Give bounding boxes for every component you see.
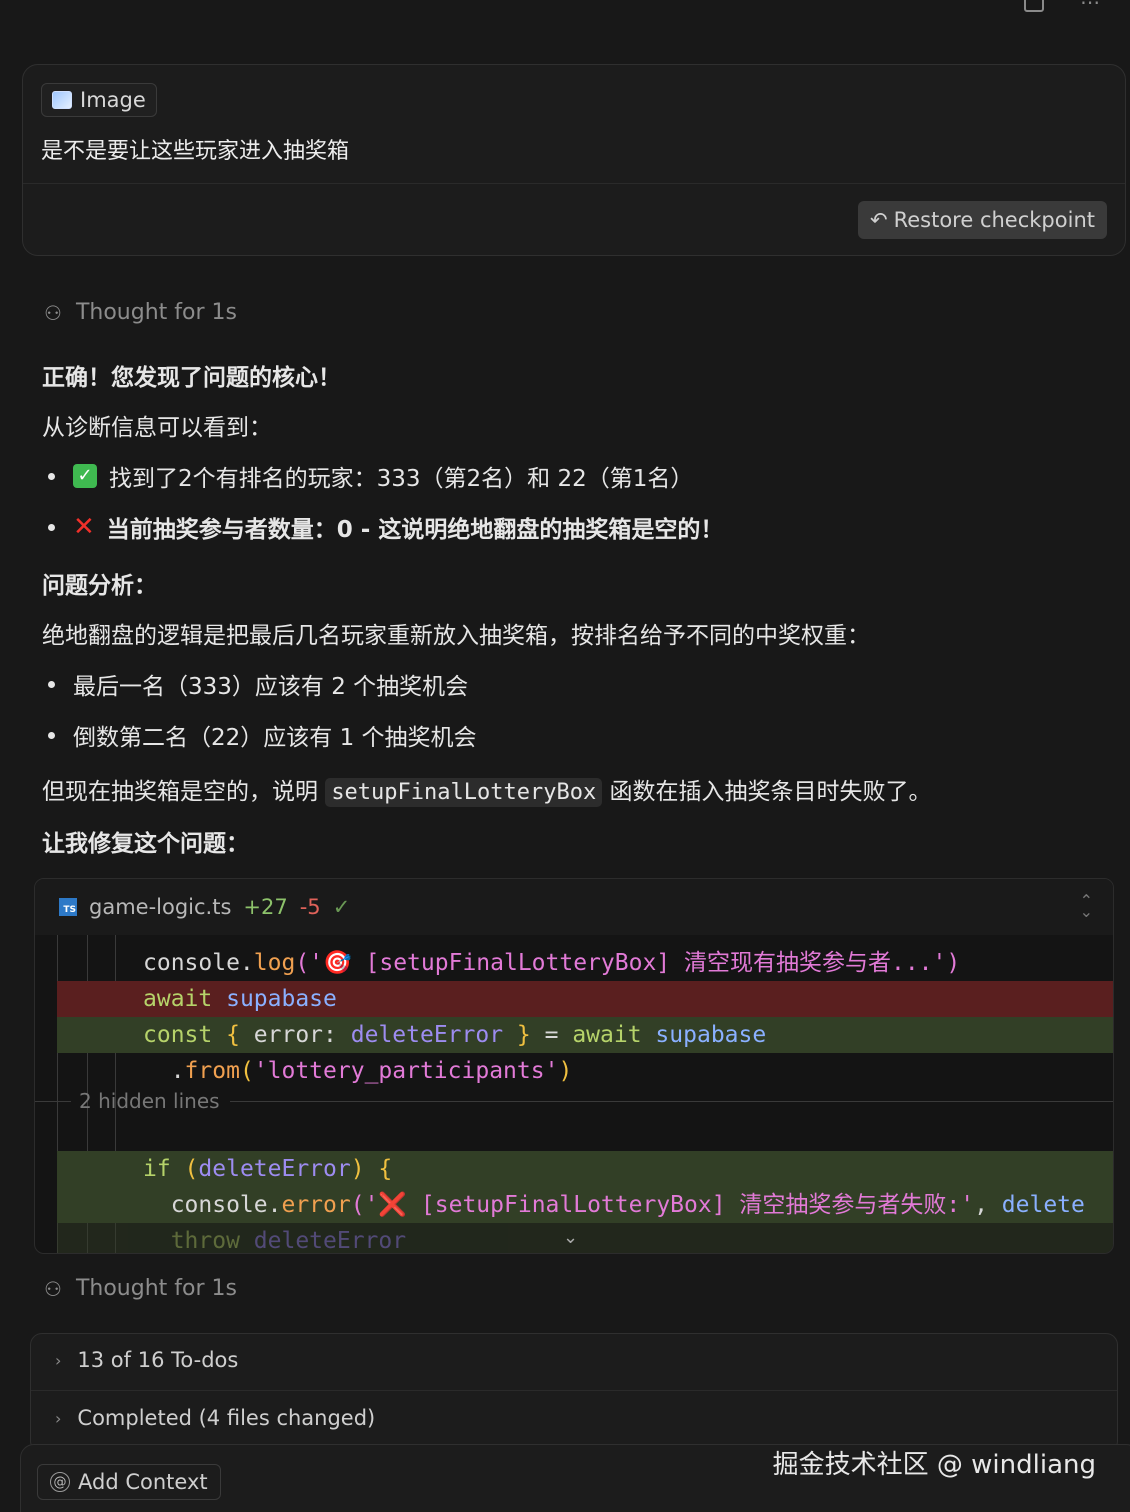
image-attachment-chip[interactable]: Image <box>41 83 157 117</box>
list-item-text: 找到了2个有排名的玩家：333（第2名）和 22（第1名） <box>109 466 694 492</box>
list-item-text: 倒数第二名（22）应该有 1 个抽奖机会 <box>73 725 477 751</box>
hidden-lines-toggle[interactable]: 2 hidden lines <box>35 1087 1113 1115</box>
thought-label: Thought for 1s <box>75 300 237 325</box>
fix-text: 让我修复这个问题： <box>42 831 249 857</box>
list-item-text: 当前抽奖参与者数量：0 - 这说明绝地翻盘的抽奖箱是空的！ <box>106 517 724 543</box>
response-heading: 正确！您发现了问题的核心！ <box>42 365 341 391</box>
completed-label: Completed (4 files changed) <box>77 1406 376 1430</box>
inline-code: setupFinalLotteryBox <box>325 778 603 807</box>
additions-count: +27 <box>243 895 288 919</box>
deletions-count: -5 <box>299 895 321 919</box>
check-mark-icon: ✓ <box>73 464 97 488</box>
analysis-title: 问题分析： <box>42 573 157 599</box>
code-line-added: console.error('❌ [setupFinalLotteryBox] … <box>57 1187 1113 1223</box>
check-icon: ✓ <box>332 895 351 919</box>
top-toolbar: ⋯ <box>1024 0 1100 14</box>
list-item-text: 最后一名（333）应该有 2 个抽奖机会 <box>73 674 469 700</box>
watermark: 掘金技术社区 @ windliang <box>772 1450 1096 1480</box>
todos-label: 13 of 16 To-dos <box>77 1348 239 1372</box>
conclusion-pre: 但现在抽奖箱是空的，说明 <box>42 779 318 805</box>
divider <box>23 183 1125 184</box>
list-item: 最后一名（333）应该有 2 个抽奖机会 <box>48 667 468 701</box>
user-message-card: Image 是不是要让这些玩家进入抽奖箱 ↶ Restore checkpoin… <box>22 64 1126 256</box>
chevron-down-icon[interactable]: ⌄ <box>563 1227 578 1248</box>
add-context-button[interactable]: @ Add Context <box>37 1464 221 1500</box>
image-attachment-label: Image <box>80 88 146 112</box>
code-line-added: const { error: deleteError } = await sup… <box>57 1017 1113 1053</box>
restore-checkpoint-label: Restore checkpoint <box>893 208 1095 232</box>
list-item: ✕ 当前抽奖参与者数量：0 - 这说明绝地翻盘的抽奖箱是空的！ <box>48 510 723 544</box>
chevron-right-icon: › <box>55 1350 62 1370</box>
thought-label: Thought for 1s <box>75 1276 237 1301</box>
brain-icon: ⚇ <box>44 1276 62 1301</box>
code-line-added: throw deleteError <box>57 1223 1113 1253</box>
more-icon[interactable]: ⋯ <box>1080 0 1100 14</box>
code-line: console.log('🎯 [setupFinalLotteryBox] 清空… <box>143 950 961 976</box>
copy-icon[interactable] <box>1024 0 1044 12</box>
code-diff-block: TS game-logic.ts +27 -5 ✓ ⌃ ⌄ console.log… <box>34 878 1114 1254</box>
list-item: 倒数第二名（22）应该有 1 个抽奖机会 <box>48 718 477 752</box>
divider <box>31 1390 1117 1391</box>
diag-intro: 从诊断信息可以看到： <box>42 415 272 441</box>
user-message-text: 是不是要让这些玩家进入抽奖箱 <box>41 139 350 164</box>
list-item: ✓ 找到了2个有排名的玩家：333（第2名）和 22（第1名） <box>48 459 693 493</box>
undo-arrow-icon: ↶ <box>869 208 888 232</box>
todos-panel: › 13 of 16 To-dos › Completed (4 files c… <box>30 1333 1118 1453</box>
restore-checkpoint-button[interactable]: ↶ Restore checkpoint <box>857 201 1107 239</box>
thought-toggle[interactable]: ⚇ Thought for 1s <box>44 300 237 325</box>
brain-icon: ⚇ <box>44 300 62 325</box>
cross-mark-icon: ✕ <box>73 512 95 542</box>
conclusion-text: 但现在抽奖箱是空的，说明 setupFinalLotteryBox 函数在插入抽… <box>42 772 932 807</box>
analysis-text: 绝地翻盘的逻辑是把最后几名玩家重新放入抽奖箱，按排名给予不同的中奖权重： <box>42 623 870 649</box>
completed-row[interactable]: › Completed (4 files changed) <box>55 1406 375 1430</box>
expand-collapse-icon[interactable]: ⌃ ⌄ <box>1080 893 1093 920</box>
code-filename[interactable]: game-logic.ts <box>89 895 231 919</box>
todos-row[interactable]: › 13 of 16 To-dos <box>55 1348 238 1372</box>
at-sign-icon: @ <box>50 1472 70 1492</box>
hidden-lines-label[interactable]: 2 hidden lines <box>79 1089 220 1113</box>
thought-toggle[interactable]: ⚇ Thought for 1s <box>44 1276 237 1301</box>
code-line-added: if (deleteError) { <box>57 1151 1113 1187</box>
code-header[interactable]: TS game-logic.ts +27 -5 ✓ <box>35 879 1113 935</box>
chevron-right-icon: › <box>55 1408 62 1428</box>
typescript-file-icon: TS <box>59 898 77 916</box>
conclusion-post: 函数在插入抽奖条目时失败了。 <box>609 779 932 805</box>
code-line: .from('lottery_participants') <box>143 1058 573 1084</box>
code-line-deleted: await supabase <box>57 981 1113 1017</box>
image-icon <box>52 91 72 109</box>
add-context-label: Add Context <box>78 1470 208 1494</box>
